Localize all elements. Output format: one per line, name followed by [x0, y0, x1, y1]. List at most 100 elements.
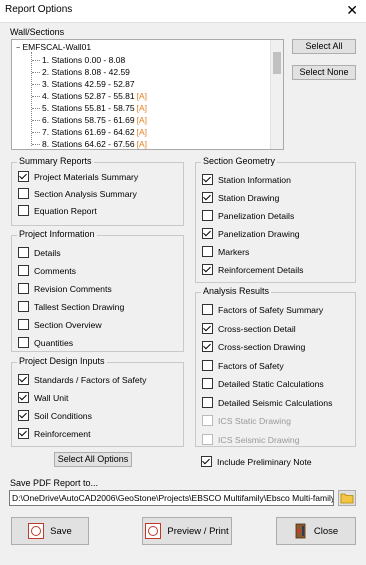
tree-item-label: 8. Stations 64.62 - 67.56	[42, 139, 135, 149]
checkbox-label: Comments	[34, 266, 76, 276]
checkbox-box[interactable]	[18, 188, 29, 199]
checkbox-box[interactable]	[18, 301, 29, 312]
analysis-checkbox-row[interactable]: Detailed Static Calculations	[202, 378, 324, 389]
checkbox-box[interactable]	[201, 456, 212, 467]
geometry-checkbox-row[interactable]: Station Information	[202, 174, 291, 185]
checkbox-box[interactable]	[202, 378, 213, 389]
project_info-checkbox-row[interactable]: Revision Comments	[18, 283, 112, 294]
checkbox-label: Wall Unit	[34, 393, 69, 403]
save-pdf-label: Save PDF Report to...	[10, 478, 99, 488]
tree-item[interactable]: 7. Stations 61.69 - 64.62 [A]	[42, 127, 147, 137]
checkbox-box[interactable]	[202, 210, 213, 221]
geometry-checkbox-row[interactable]: Panelization Drawing	[202, 228, 300, 239]
save-button[interactable]: Save	[11, 517, 89, 545]
geometry-checkbox-row[interactable]: Station Drawing	[202, 192, 279, 203]
analysis-checkbox-row[interactable]: Factors of Safety	[202, 359, 284, 371]
checkbox-box[interactable]	[18, 410, 29, 421]
checkbox-label: Reinforcement Details	[218, 265, 304, 275]
checkbox-box[interactable]	[18, 205, 29, 216]
close-button[interactable]: Close	[276, 517, 356, 545]
checkbox-label: Details	[34, 248, 61, 258]
checkbox-label: Section Analysis Summary	[34, 189, 137, 199]
scroll-thumb[interactable]	[273, 52, 281, 74]
project_info-checkbox-row[interactable]: Comments	[18, 265, 76, 276]
project_info-checkbox-row[interactable]: Details	[18, 247, 61, 258]
tree-item[interactable]: 1. Stations 0.00 - 8.08	[42, 55, 125, 65]
checkbox-box[interactable]	[18, 337, 29, 348]
checkbox-box[interactable]	[202, 246, 213, 257]
checkbox-box[interactable]	[202, 192, 213, 203]
checkbox-box[interactable]	[202, 304, 213, 315]
checkbox-box[interactable]	[202, 341, 213, 352]
analysis-checkbox-row: ICS Static Drawing	[202, 415, 291, 426]
tree-root[interactable]: − EMFSCAL-Wall01	[16, 42, 91, 52]
tree-item[interactable]: 5. Stations 55.81 - 58.75 [A]	[42, 103, 147, 113]
geometry-checkbox-row[interactable]: Panelization Details	[202, 210, 294, 221]
tree-item-label: 4. Stations 52.87 - 55.81	[42, 91, 135, 101]
checkbox-box[interactable]	[202, 174, 213, 185]
section-geometry-title: Section Geometry	[201, 156, 278, 166]
tree-item[interactable]: 3. Stations 42.59 - 52.87	[42, 79, 135, 89]
tree-item-flag: [A]	[136, 139, 148, 149]
geometry-checkbox-row[interactable]: Reinforcement Details	[202, 264, 303, 275]
tree-item[interactable]: 6. Stations 58.75 - 61.69 [A]	[42, 115, 147, 125]
checkbox-label: Panelization Drawing	[218, 229, 300, 239]
design_inputs-checkbox-row[interactable]: Reinforcement	[18, 428, 91, 439]
project_info-checkbox-row[interactable]: Section Overview	[18, 319, 102, 330]
tree-item[interactable]: 4. Stations 52.87 - 55.81 [A]	[42, 91, 147, 101]
exit-door-icon	[295, 523, 306, 539]
project_info-checkbox-row[interactable]: Quantities	[18, 337, 73, 348]
select-none-button[interactable]: Select None	[292, 65, 356, 80]
summary-checkbox-row[interactable]: Section Analysis Summary	[18, 188, 137, 199]
project-information-title: Project Information	[17, 229, 97, 239]
analysis-checkbox-row[interactable]: Cross-section Detail	[202, 322, 296, 334]
folder-icon	[340, 493, 354, 504]
checkbox-label: ICS Static Drawing	[218, 416, 291, 426]
design_inputs-checkbox-row[interactable]: Wall Unit	[18, 392, 68, 403]
tree-connector	[32, 120, 40, 121]
tree-scrollbar[interactable]	[270, 40, 283, 149]
checkbox-box[interactable]	[202, 228, 213, 239]
close-icon[interactable]: ✕	[346, 2, 358, 19]
preview-label: Preview / Print	[167, 525, 229, 537]
checkbox-box[interactable]	[18, 247, 29, 258]
wall-sections-tree[interactable]: − EMFSCAL-Wall01 1. Stations 0.00 - 8.08…	[11, 39, 284, 150]
summary-checkbox-row[interactable]: Equation Report	[18, 205, 97, 216]
checkbox-box[interactable]	[202, 322, 213, 334]
pdf-path-input[interactable]: D:\OneDrive\AutoCAD2006\GeoStone\Project…	[9, 490, 334, 506]
design_inputs-checkbox-row[interactable]: Standards / Factors of Safety	[18, 374, 147, 385]
analysis-checkbox-row[interactable]: Factors of Safety Summary	[202, 304, 323, 315]
checkbox-label: Reinforcement	[34, 429, 91, 439]
design-inputs-title: Project Design Inputs	[17, 356, 107, 366]
checkbox-label: Station Information	[218, 175, 291, 185]
analysis-checkbox-row[interactable]: Cross-section Drawing	[202, 341, 305, 352]
summary-checkbox-row[interactable]: Project Materials Summary	[18, 171, 138, 182]
checkbox-label: Cross-section Detail	[218, 323, 296, 334]
tree-connector	[32, 132, 40, 133]
checkbox-label: Standards / Factors of Safety	[34, 375, 147, 385]
design_inputs-checkbox-row[interactable]: Soil Conditions	[18, 410, 92, 421]
geometry-checkbox-row[interactable]: Markers	[202, 246, 249, 257]
checkbox-box[interactable]	[202, 396, 213, 408]
select-all-options-button[interactable]: Select All Options	[54, 452, 132, 467]
preview-print-button[interactable]: Preview / Print	[142, 517, 232, 545]
checkbox-box[interactable]	[18, 392, 29, 403]
browse-folder-button[interactable]	[338, 490, 356, 506]
checkbox-box[interactable]	[18, 283, 29, 294]
analysis-checkbox-row[interactable]: Detailed Seismic Calculations	[202, 396, 332, 408]
checkbox-box[interactable]	[18, 265, 29, 276]
section-geometry-group: Section Geometry Station Information Stat…	[195, 156, 356, 283]
pdf-preview-icon	[145, 523, 162, 539]
checkbox-box[interactable]	[202, 359, 213, 371]
checkbox-box[interactable]	[18, 171, 29, 182]
checkbox-box[interactable]	[18, 428, 29, 439]
checkbox-box[interactable]	[18, 319, 29, 330]
tree-item[interactable]: 8. Stations 64.62 - 67.56 [A]	[42, 139, 147, 149]
select-all-button[interactable]: Select All	[292, 39, 356, 54]
checkbox-label: Markers	[218, 247, 250, 257]
checkbox-box[interactable]	[202, 264, 213, 275]
checkbox-box[interactable]	[18, 374, 29, 385]
tree-item[interactable]: 2. Stations 8.08 - 42.59	[42, 67, 130, 77]
include-preliminary-note-checkbox[interactable]: Include Preliminary Note	[201, 456, 312, 467]
project_info-checkbox-row[interactable]: Tallest Section Drawing	[18, 301, 124, 312]
